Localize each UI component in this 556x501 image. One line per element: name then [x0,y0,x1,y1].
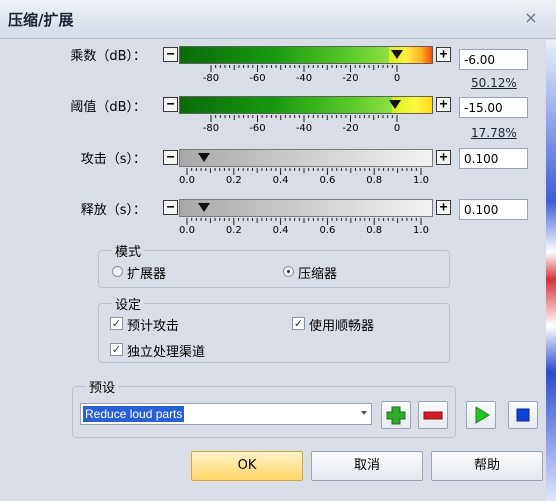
threshold-percent[interactable]: 17.78% [471,126,517,140]
cancel-button[interactable]: 取消 [311,451,423,481]
play-preview-button[interactable] [466,401,496,429]
gain-plus-button[interactable]: + [436,47,451,62]
attack-minus-button[interactable]: − [163,150,178,165]
gain-meter-fill [180,47,390,63]
add-preset-button[interactable] [381,401,411,429]
release-tick-label: 0.2 [225,225,242,236]
gain-tick-label: -80 [202,73,220,84]
smoothing-checkbox-label[interactable]: 使用顺畅器 [309,315,374,334]
attack-slider-track[interactable] [179,149,433,167]
attack-tick-label: 0.2 [225,175,242,186]
release-slider-thumb[interactable] [198,203,211,212]
threshold-label: 阈值（dB）： [70,100,146,115]
help-button[interactable]: 帮助 [431,451,543,481]
gain-tick-label: -40 [295,73,313,84]
gain-percent[interactable]: 50.12% [471,76,517,90]
attack-plus-button[interactable]: + [436,150,451,165]
release-slider-track[interactable] [179,199,433,217]
preset-dropdown[interactable]: Reduce loud parts [80,403,372,425]
smoothing-checkbox[interactable]: ✓ [292,317,305,330]
release-plus-button[interactable]: + [436,200,451,215]
release-value-input[interactable] [459,199,528,220]
background-window-edge [546,40,556,501]
preset-group-title: 预设 [86,377,119,396]
attack-tick-label: 0.0 [179,175,195,186]
threshold-plus-button[interactable]: + [436,97,451,112]
release-ticks [186,218,422,225]
gain-ticks [210,65,398,72]
gain-tick-label: 0 [393,73,401,84]
expander-radio-label[interactable]: 扩展器 [127,263,166,282]
release-tick-label: 0.8 [366,225,383,236]
gain-slider-thumb[interactable] [391,50,404,59]
gain-label: 乘数（dB）： [70,49,146,64]
threshold-minus-button[interactable]: − [163,97,178,112]
release-tick-label: 0.6 [319,225,336,236]
release-tick-label: 1.0 [413,225,429,236]
add-icon [386,406,406,425]
threshold-tick-label: -60 [249,123,266,134]
remove-icon [423,411,443,420]
gain-value-input[interactable] [459,49,528,70]
release-tick-label: 0.4 [272,225,289,236]
gain-tick-label: -20 [342,73,359,84]
ok-button[interactable]: OK [191,451,303,481]
attack-tick-label: 0.4 [272,175,289,186]
gain-minus-button[interactable]: − [163,47,178,62]
compressor-radio-label[interactable]: 压缩器 [298,263,337,282]
attack-ticks [186,168,422,175]
preset-selected-value: Reduce loud parts [83,406,185,422]
attack-label: 攻击（s）： [80,152,146,167]
threshold-ticks [210,115,398,122]
independent-channels-checkbox-label[interactable]: 独立处理渠道 [127,341,205,360]
threshold-meter-fill [180,97,392,113]
release-minus-button[interactable]: − [163,200,178,215]
attack-tick-label: 0.6 [319,175,336,186]
threshold-value-input[interactable] [459,97,528,118]
stop-preview-button[interactable] [508,401,538,429]
attack-value-input[interactable] [459,148,528,169]
threshold-tick-label: -40 [295,123,313,134]
close-button[interactable]: × [520,8,542,28]
stop-icon [516,408,530,422]
remove-preset-button[interactable] [418,401,448,429]
settings-group-title: 设定 [112,294,145,313]
mode-group-title: 模式 [112,241,145,260]
threshold-tick-label: -80 [202,123,220,134]
threshold-tick-label: 0 [393,123,401,134]
title-bar [0,0,556,39]
compressor-radio[interactable] [283,266,294,277]
expander-radio[interactable] [112,266,123,277]
release-tick-label: 0.0 [179,225,195,236]
chevron-down-icon[interactable] [361,411,367,415]
attack-tick-label: 0.8 [366,175,383,186]
gain-tick-label: -60 [249,73,266,84]
threshold-slider-thumb[interactable] [388,100,401,109]
lookahead-checkbox-label[interactable]: 预计攻击 [127,315,179,334]
play-icon [475,406,490,424]
release-label: 释放（s）： [80,203,146,218]
threshold-tick-label: -20 [342,123,359,134]
window-title: 压缩/扩展 [8,11,74,29]
lookahead-checkbox[interactable]: ✓ [110,317,123,330]
attack-slider-thumb[interactable] [198,153,211,162]
independent-channels-checkbox[interactable]: ✓ [110,343,123,356]
attack-tick-label: 1.0 [413,175,429,186]
